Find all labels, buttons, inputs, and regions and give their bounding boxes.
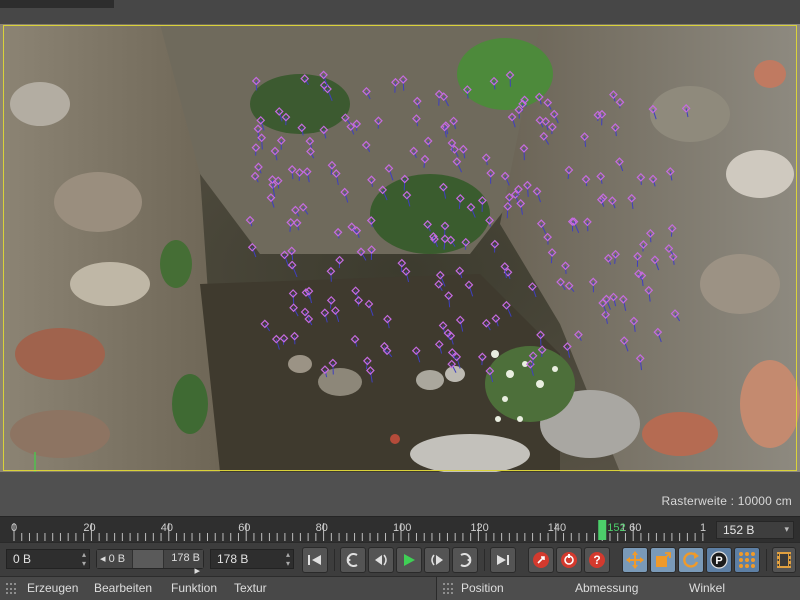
go-to-end-icon (497, 555, 509, 565)
timeline-tick-label: 100 (393, 522, 411, 534)
min-frame-field[interactable]: 0 B ▴ ▾ (6, 549, 90, 569)
min-frame-value: 0 B (13, 552, 32, 566)
next-key-button[interactable] (452, 547, 478, 573)
rotation-header: Winkel (689, 581, 726, 595)
max-frame-field[interactable]: 178 B ▴ ▾ (210, 549, 294, 569)
track-path (508, 197, 511, 208)
track-path (403, 178, 406, 191)
question-icon: ? (589, 552, 605, 568)
track-path (466, 89, 469, 99)
separator (334, 549, 335, 571)
viewport-tab[interactable] (0, 0, 114, 8)
range-start-value: 0 B (108, 553, 126, 565)
previous-frame-button[interactable] (368, 547, 394, 573)
range-start-handle[interactable]: ◂ 0 B (97, 550, 133, 568)
next-frame-icon (431, 554, 443, 566)
play-forward-button[interactable] (396, 547, 422, 573)
move-arrows-icon (626, 551, 644, 569)
go-to-end-button[interactable] (490, 547, 516, 573)
timeline-tick-label: 140 (548, 522, 566, 534)
coordinates-panel-header: Position Abmessung Winkel (436, 577, 800, 600)
timeline-tick-label: 20 (83, 522, 95, 534)
animation-toolbar: 0 B ▴ ▾ ◂ 0 B 178 B ▸ 178 B ▴ ▾ ? P (0, 542, 800, 577)
preview-range-slider[interactable]: ◂ 0 B 178 B ▸ (96, 549, 204, 577)
go-to-start-icon (308, 555, 321, 565)
keyframe-selection-button[interactable]: ? (584, 547, 610, 573)
materials-menu-bar: Erzeugen Bearbeiten Funktion Textur Posi… (0, 576, 800, 600)
timeline-tick-label: 80 (316, 522, 328, 534)
menu-textur[interactable]: Textur (234, 581, 267, 595)
viewport-header (0, 0, 800, 24)
viewport[interactable] (0, 24, 800, 472)
rotation-key-button[interactable] (678, 547, 704, 573)
position-key-button[interactable] (622, 547, 648, 573)
timeline-scale[interactable]: 0 20 40 60 80 100 120 140 1 60 1152 (0, 517, 712, 543)
track-path (394, 82, 396, 93)
timeline-ruler[interactable]: 0 20 40 60 80 100 120 140 1 60 1 152 152 B ▾ (0, 516, 800, 542)
playhead-label: 152 (607, 522, 625, 534)
range-end-handle[interactable]: 178 B ▸ (163, 550, 203, 577)
rotate-icon (683, 552, 699, 568)
previous-key-button[interactable] (340, 547, 366, 573)
menu-funktion[interactable]: Funktion (171, 581, 217, 595)
play-icon (404, 554, 415, 566)
size-header: Abmessung (575, 581, 639, 595)
next-frame-button[interactable] (424, 547, 450, 573)
range-end-value: 178 B (171, 552, 200, 564)
cinema4d-window: Rasterweite : 10000 cm 0 20 40 60 80 100 120 14… (0, 0, 800, 600)
timeline-tick-label: 1 (700, 522, 706, 534)
scale-icon (656, 552, 671, 567)
film-strip-icon (777, 552, 791, 568)
menu-erzeugen[interactable]: Erzeugen (27, 581, 78, 595)
current-frame-value: 152 B (723, 523, 755, 537)
track-path (402, 79, 405, 91)
point-grid-icon (739, 552, 755, 568)
max-frame-value: 178 B (217, 552, 249, 566)
current-frame-field[interactable]: 152 B ▾ (716, 521, 794, 539)
menu-bearbeiten[interactable]: Bearbeiten (94, 581, 152, 595)
previous-key-icon (346, 553, 358, 567)
parameter-p-icon: P (710, 551, 728, 569)
autokey-icon (561, 552, 577, 568)
separator (766, 549, 767, 571)
autokeying-button[interactable] (556, 547, 582, 573)
track-path (261, 137, 263, 150)
position-header: Position (461, 581, 504, 595)
chevron-down-icon[interactable]: ▾ (784, 524, 789, 535)
go-to-start-button[interactable] (302, 547, 328, 573)
record-key-icon (533, 552, 549, 568)
arrow-left-icon: ◂ (100, 553, 106, 565)
svg-text:?: ? (593, 553, 600, 567)
svg-text:P: P (715, 555, 722, 567)
timeline-tick-label: 40 (161, 522, 173, 534)
viewport-status-area: Rasterweite : 10000 cm (0, 472, 800, 516)
point-level-button[interactable] (734, 547, 760, 573)
timeline-tick-label: 60 (238, 522, 250, 534)
background-photo (0, 24, 800, 472)
track-path (518, 109, 520, 119)
timeline-tick-label: 120 (470, 522, 488, 534)
timeline-window-button[interactable] (772, 547, 796, 573)
next-key-icon (460, 553, 472, 567)
drag-grip-icon[interactable] (443, 583, 453, 595)
separator (484, 549, 485, 571)
track-path (292, 293, 295, 306)
spinner-icon[interactable]: ▴ ▾ (286, 550, 290, 568)
spinner-icon[interactable]: ▴ ▾ (82, 550, 86, 568)
timeline-tick-label: 0 (11, 522, 17, 534)
drag-grip-icon[interactable] (6, 583, 16, 595)
previous-frame-icon (375, 554, 387, 566)
raster-width-label: Rasterweite : 10000 cm (661, 494, 792, 508)
playhead[interactable] (598, 520, 607, 540)
record-button[interactable] (528, 547, 554, 573)
scale-key-button[interactable] (650, 547, 676, 573)
parameter-key-button[interactable]: P (706, 547, 732, 573)
